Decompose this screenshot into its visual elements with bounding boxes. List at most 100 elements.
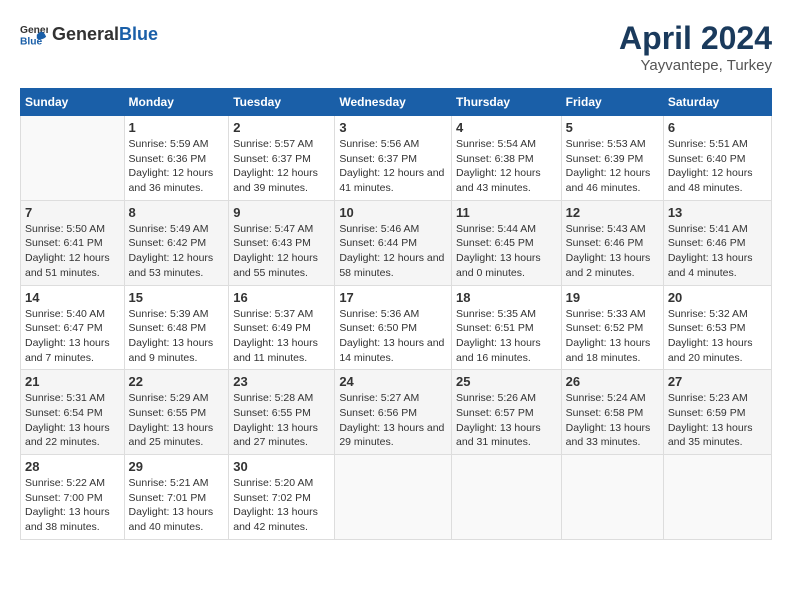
cell-sunset: Sunset: 6:53 PM — [668, 322, 746, 334]
cell-sunrise: Sunrise: 5:44 AM — [456, 223, 536, 235]
cell-sunset: Sunset: 6:46 PM — [566, 237, 644, 249]
day-number: 5 — [566, 120, 659, 135]
cell-daylight: Daylight: 13 hours and 14 minutes. — [339, 337, 444, 364]
cell-daylight: Daylight: 12 hours and 41 minutes. — [339, 167, 444, 194]
cell-sunset: Sunset: 6:48 PM — [129, 322, 207, 334]
cell-daylight: Daylight: 12 hours and 39 minutes. — [233, 167, 318, 194]
calendar-cell: 26 Sunrise: 5:24 AM Sunset: 6:58 PM Dayl… — [561, 370, 663, 455]
cell-sunrise: Sunrise: 5:31 AM — [25, 392, 105, 404]
calendar-cell — [21, 116, 125, 201]
cell-sunset: Sunset: 6:57 PM — [456, 407, 534, 419]
calendar-cell — [663, 455, 771, 540]
calendar-week-row: 1 Sunrise: 5:59 AM Sunset: 6:36 PM Dayli… — [21, 116, 772, 201]
cell-daylight: Daylight: 13 hours and 29 minutes. — [339, 422, 444, 449]
title-area: April 2024 Yayvantepe, Turkey — [619, 20, 772, 74]
cell-sunset: Sunset: 6:49 PM — [233, 322, 311, 334]
day-number: 28 — [25, 459, 120, 474]
cell-sunset: Sunset: 7:00 PM — [25, 492, 103, 504]
logo-blue: Blue — [119, 24, 158, 44]
calendar-cell: 19 Sunrise: 5:33 AM Sunset: 6:52 PM Dayl… — [561, 285, 663, 370]
cell-daylight: Daylight: 12 hours and 43 minutes. — [456, 167, 541, 194]
cell-sunset: Sunset: 6:55 PM — [129, 407, 207, 419]
day-number: 18 — [456, 290, 557, 305]
cell-sunset: Sunset: 6:36 PM — [129, 153, 207, 165]
cell-sunrise: Sunrise: 5:50 AM — [25, 223, 105, 235]
weekday-header: Friday — [561, 89, 663, 116]
calendar-cell: 13 Sunrise: 5:41 AM Sunset: 6:46 PM Dayl… — [663, 200, 771, 285]
day-number: 24 — [339, 374, 447, 389]
cell-sunset: Sunset: 6:41 PM — [25, 237, 103, 249]
cell-sunset: Sunset: 6:52 PM — [566, 322, 644, 334]
cell-sunset: Sunset: 6:42 PM — [129, 237, 207, 249]
weekday-header: Monday — [124, 89, 229, 116]
cell-daylight: Daylight: 12 hours and 51 minutes. — [25, 252, 110, 279]
day-number: 3 — [339, 120, 447, 135]
cell-sunrise: Sunrise: 5:28 AM — [233, 392, 313, 404]
cell-sunrise: Sunrise: 5:21 AM — [129, 477, 209, 489]
cell-daylight: Daylight: 13 hours and 16 minutes. — [456, 337, 541, 364]
cell-sunrise: Sunrise: 5:41 AM — [668, 223, 748, 235]
cell-sunrise: Sunrise: 5:40 AM — [25, 308, 105, 320]
calendar-cell: 23 Sunrise: 5:28 AM Sunset: 6:55 PM Dayl… — [229, 370, 335, 455]
cell-sunrise: Sunrise: 5:24 AM — [566, 392, 646, 404]
cell-daylight: Daylight: 13 hours and 42 minutes. — [233, 506, 318, 533]
cell-sunrise: Sunrise: 5:53 AM — [566, 138, 646, 150]
calendar-cell: 17 Sunrise: 5:36 AM Sunset: 6:50 PM Dayl… — [335, 285, 452, 370]
calendar-cell: 10 Sunrise: 5:46 AM Sunset: 6:44 PM Dayl… — [335, 200, 452, 285]
weekday-header: Wednesday — [335, 89, 452, 116]
cell-sunrise: Sunrise: 5:27 AM — [339, 392, 419, 404]
cell-sunrise: Sunrise: 5:39 AM — [129, 308, 209, 320]
cell-sunset: Sunset: 6:50 PM — [339, 322, 417, 334]
calendar-cell: 30 Sunrise: 5:20 AM Sunset: 7:02 PM Dayl… — [229, 455, 335, 540]
weekday-header: Saturday — [663, 89, 771, 116]
cell-sunset: Sunset: 6:54 PM — [25, 407, 103, 419]
cell-sunrise: Sunrise: 5:29 AM — [129, 392, 209, 404]
calendar-week-row: 28 Sunrise: 5:22 AM Sunset: 7:00 PM Dayl… — [21, 455, 772, 540]
cell-sunset: Sunset: 6:56 PM — [339, 407, 417, 419]
cell-sunrise: Sunrise: 5:46 AM — [339, 223, 419, 235]
calendar-cell: 24 Sunrise: 5:27 AM Sunset: 6:56 PM Dayl… — [335, 370, 452, 455]
weekday-header: Tuesday — [229, 89, 335, 116]
calendar-week-row: 14 Sunrise: 5:40 AM Sunset: 6:47 PM Dayl… — [21, 285, 772, 370]
calendar-cell: 18 Sunrise: 5:35 AM Sunset: 6:51 PM Dayl… — [452, 285, 562, 370]
calendar-cell — [561, 455, 663, 540]
cell-sunset: Sunset: 6:37 PM — [233, 153, 311, 165]
calendar-week-row: 7 Sunrise: 5:50 AM Sunset: 6:41 PM Dayli… — [21, 200, 772, 285]
header: General Blue GeneralBlue April 2024 Yayv… — [20, 20, 772, 74]
calendar-cell — [452, 455, 562, 540]
cell-daylight: Daylight: 13 hours and 40 minutes. — [129, 506, 214, 533]
cell-sunset: Sunset: 6:44 PM — [339, 237, 417, 249]
cell-sunrise: Sunrise: 5:23 AM — [668, 392, 748, 404]
day-number: 27 — [668, 374, 767, 389]
calendar-cell: 28 Sunrise: 5:22 AM Sunset: 7:00 PM Dayl… — [21, 455, 125, 540]
cell-daylight: Daylight: 13 hours and 7 minutes. — [25, 337, 110, 364]
cell-sunrise: Sunrise: 5:56 AM — [339, 138, 419, 150]
svg-text:Blue: Blue — [20, 36, 43, 47]
calendar-cell: 5 Sunrise: 5:53 AM Sunset: 6:39 PM Dayli… — [561, 116, 663, 201]
cell-sunset: Sunset: 6:59 PM — [668, 407, 746, 419]
weekday-header-row: SundayMondayTuesdayWednesdayThursdayFrid… — [21, 89, 772, 116]
cell-sunrise: Sunrise: 5:47 AM — [233, 223, 313, 235]
cell-daylight: Daylight: 12 hours and 48 minutes. — [668, 167, 753, 194]
calendar-table: SundayMondayTuesdayWednesdayThursdayFrid… — [20, 88, 772, 540]
cell-sunrise: Sunrise: 5:35 AM — [456, 308, 536, 320]
cell-sunrise: Sunrise: 5:20 AM — [233, 477, 313, 489]
cell-sunrise: Sunrise: 5:51 AM — [668, 138, 748, 150]
cell-sunrise: Sunrise: 5:59 AM — [129, 138, 209, 150]
calendar-cell: 1 Sunrise: 5:59 AM Sunset: 6:36 PM Dayli… — [124, 116, 229, 201]
cell-sunset: Sunset: 6:40 PM — [668, 153, 746, 165]
cell-sunrise: Sunrise: 5:26 AM — [456, 392, 536, 404]
cell-sunset: Sunset: 7:02 PM — [233, 492, 311, 504]
cell-sunset: Sunset: 6:55 PM — [233, 407, 311, 419]
calendar-cell: 3 Sunrise: 5:56 AM Sunset: 6:37 PM Dayli… — [335, 116, 452, 201]
day-number: 17 — [339, 290, 447, 305]
cell-daylight: Daylight: 13 hours and 27 minutes. — [233, 422, 318, 449]
main-title: April 2024 — [619, 20, 772, 57]
calendar-cell: 2 Sunrise: 5:57 AM Sunset: 6:37 PM Dayli… — [229, 116, 335, 201]
cell-sunrise: Sunrise: 5:57 AM — [233, 138, 313, 150]
cell-daylight: Daylight: 12 hours and 58 minutes. — [339, 252, 444, 279]
cell-daylight: Daylight: 13 hours and 11 minutes. — [233, 337, 318, 364]
cell-daylight: Daylight: 13 hours and 33 minutes. — [566, 422, 651, 449]
cell-daylight: Daylight: 12 hours and 36 minutes. — [129, 167, 214, 194]
day-number: 10 — [339, 205, 447, 220]
